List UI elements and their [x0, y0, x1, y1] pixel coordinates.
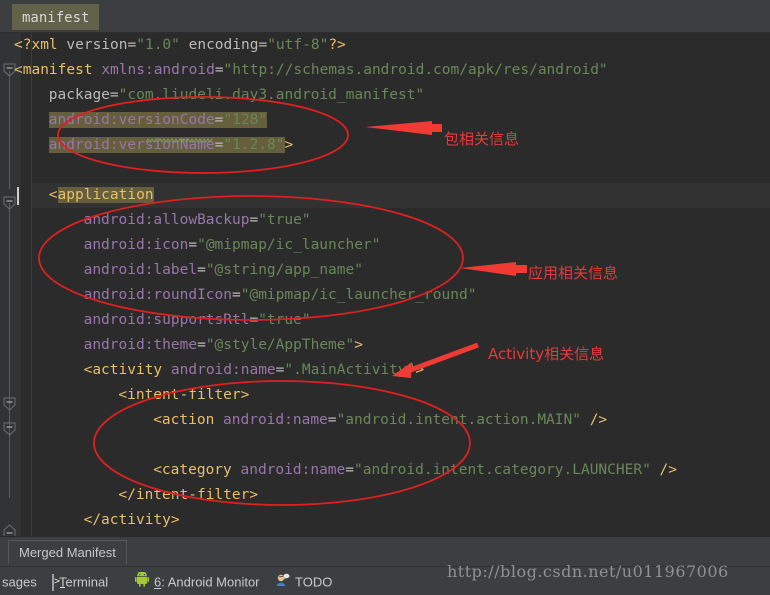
terminal-icon: [52, 573, 54, 593]
code-token: =: [127, 37, 137, 53]
code-line: android:versionName="1.2.8">: [48, 133, 294, 158]
code-token: "com.liudeli.day3.android_manifest": [118, 87, 425, 103]
code-token: android:name: [223, 412, 328, 428]
code-token: android:name: [240, 462, 346, 478]
annotation-label-app: 应用相关信息: [528, 264, 619, 282]
status-item-label: : Android Monitor: [161, 574, 260, 590]
annotation-label-pkg: 包相关信息: [444, 130, 520, 148]
code-token: =: [232, 287, 241, 303]
code-token: =: [109, 87, 119, 103]
code-line: <manifest xmlns:android="http://schemas.…: [14, 58, 608, 83]
code-line: <application: [49, 183, 154, 208]
code-token: =: [249, 212, 259, 228]
code-token: />: [580, 412, 608, 428]
code-token: android:theme: [83, 337, 198, 353]
code-token: encoding: [179, 37, 259, 53]
todo-icon: [275, 573, 290, 593]
code-token: android:roundIcon: [83, 287, 232, 303]
code-editor[interactable]: <?xml version="1.0" encoding="utf-8"?> <m…: [0, 33, 770, 536]
code-token: <: [48, 187, 58, 203]
code-token: <manifest: [14, 62, 102, 78]
code-token: />: [650, 462, 678, 478]
code-token: <action: [153, 412, 224, 428]
code-token: "@mipmap/ic_launcher_round": [240, 287, 477, 303]
code-token: android:name: [170, 362, 276, 378]
code-line: <?xml version="1.0" encoding="utf-8"?>: [14, 33, 346, 58]
code-token: ".MainActivity": [284, 362, 416, 378]
status-item-label: Terminal: [59, 574, 109, 590]
code-token: <category: [153, 462, 241, 478]
code-line: package="com.liudeli.day3.android_manife…: [49, 83, 424, 108]
code-line: <action android:name="android.intent.act…: [153, 408, 607, 433]
code-line: android:supportsRtl="true": [84, 308, 311, 333]
editor-tab-strip: manifest: [0, 0, 770, 33]
code-line: android:versionCode="128": [48, 108, 268, 133]
status-item-android-monitor[interactable]: 6: Android Monitor: [135, 571, 260, 593]
code-line: android:theme="@style/AppTheme">: [84, 333, 363, 358]
code-line: android:icon="@mipmap/ic_launcher": [84, 233, 381, 258]
code-line: <activity android:name=".MainActivity">: [84, 358, 425, 383]
code-text-area[interactable]: <?xml version="1.0" encoding="utf-8"?> <m…: [0, 33, 770, 536]
code-token: application: [57, 187, 154, 203]
code-token: android:label: [83, 262, 198, 278]
code-token: >: [284, 137, 294, 153]
code-token: "android.intent.action.MAIN": [336, 412, 581, 428]
code-line: android:label="@string/app_name": [84, 258, 363, 283]
code-token: "android.intent.category.LAUNCHER": [354, 462, 651, 478]
code-token: <intent-filter>: [118, 387, 250, 403]
code-token: =: [249, 312, 259, 328]
code-token: "utf-8": [267, 37, 329, 53]
code-token: <activity: [83, 362, 171, 378]
code-token: android:supportsRtl: [83, 312, 250, 328]
code-line: </activity>: [84, 508, 180, 533]
android-icon: [135, 571, 149, 593]
code-token: "@style/AppTheme": [205, 337, 355, 353]
status-item-label: TODO: [295, 574, 333, 590]
code-token: "true": [258, 312, 311, 328]
code-line: android:allowBackup="true": [84, 208, 311, 233]
status-item-messages[interactable]: sages: [2, 572, 37, 592]
code-token: =: [188, 237, 198, 253]
code-token: "@mipmap/ic_launcher": [197, 237, 381, 253]
code-token: version: [66, 37, 128, 53]
code-token: "1.0": [136, 37, 180, 53]
code-token: </intent-filter>: [118, 487, 259, 503]
code-token: =: [197, 337, 206, 353]
code-token: =: [345, 462, 354, 478]
code-token: "http://schemas.android.com/apk/res/andr…: [223, 62, 608, 78]
code-token: "@string/app_name": [205, 262, 363, 278]
code-token: "1.2.8": [223, 137, 285, 153]
code-token: xmlns:android: [101, 62, 215, 78]
code-line: android:roundIcon="@mipmap/ic_launcher_r…: [84, 283, 477, 308]
code-token: package: [48, 87, 110, 103]
tab-manifest[interactable]: manifest: [12, 4, 100, 30]
code-token: =: [214, 62, 224, 78]
code-token: </activity>: [83, 512, 180, 528]
code-token: "true": [258, 212, 311, 228]
code-token: >: [354, 337, 363, 353]
status-item-todo[interactable]: TODO: [275, 572, 332, 592]
code-token: >: [415, 362, 425, 378]
code-line: <category android:name="android.intent.c…: [153, 458, 677, 483]
code-token: "128": [223, 112, 268, 128]
code-token: =: [258, 37, 268, 53]
status-item-terminal[interactable]: Terminal: [52, 572, 108, 592]
annotation-label-activity: Activity相关信息: [488, 345, 605, 363]
code-token: android:icon: [83, 237, 189, 253]
watermark-url: http://blog.csdn.net/u011967006: [447, 562, 729, 581]
code-token: android:allowBackup: [83, 212, 250, 228]
code-token: ?>: [328, 37, 346, 53]
code-line: </intent-filter>: [118, 483, 258, 508]
code-token: =: [327, 412, 337, 428]
status-item-label: sages: [2, 574, 37, 590]
tab-merged-manifest[interactable]: Merged Manifest: [8, 540, 127, 564]
code-token: =: [197, 262, 206, 278]
spellcheck-squiggle-icon: [146, 138, 212, 143]
code-token: android:versionCode: [48, 112, 215, 128]
code-token: <?xml: [14, 37, 67, 53]
code-line: <intent-filter>: [118, 383, 249, 408]
